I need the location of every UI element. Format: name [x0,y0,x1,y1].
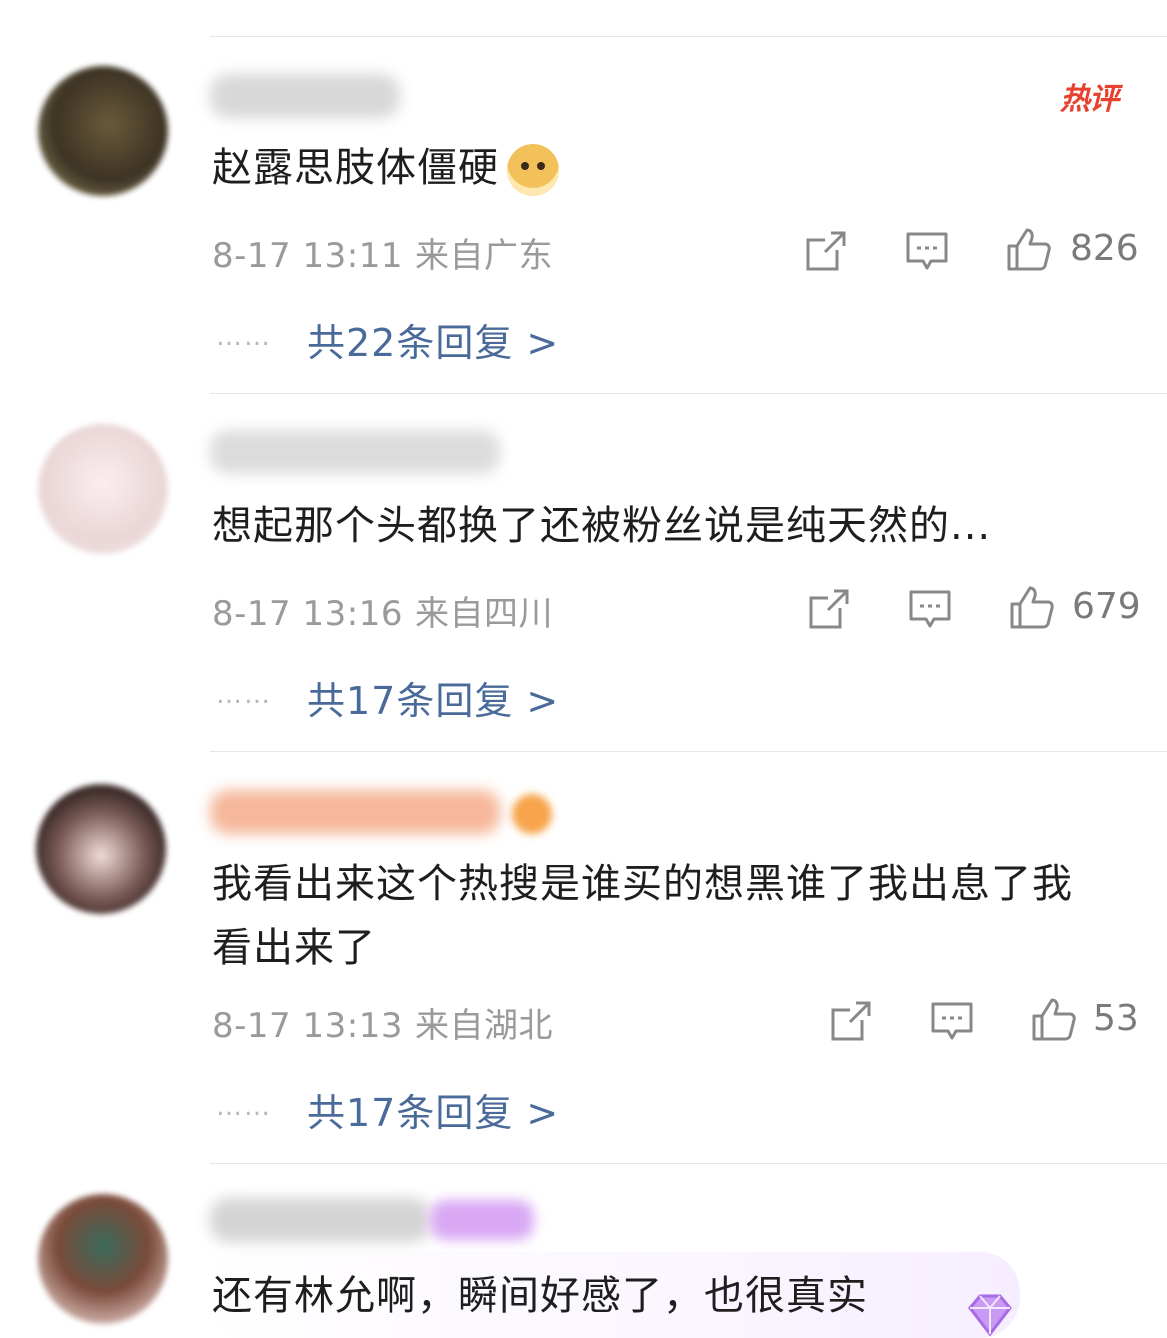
share-icon[interactable] [806,586,852,632]
thumbs-up-icon[interactable] [1005,226,1051,272]
comment-text: 赵露思肢体僵硬 [212,136,1112,200]
location: 来自湖北 [414,1006,553,1046]
timestamp: 8-17 13:16 [212,594,403,634]
avatar[interactable] [38,424,168,554]
replies-dots: …… [216,680,272,710]
avatar[interactable] [38,66,168,196]
view-replies-link[interactable]: 共22条回复 > [307,312,559,367]
avatar[interactable] [36,784,166,914]
avatar[interactable] [38,1194,168,1324]
comment-meta: 8-17 13:11 来自广东 [212,228,553,277]
comment-body: 想起那个头都换了还被粉丝说是纯天然的... [212,503,992,549]
username[interactable] [210,74,400,118]
timestamp: 8-17 13:13 [212,1006,403,1046]
like-count: 679 [1072,586,1141,627]
comment-body: 赵露思肢体僵硬 [212,145,499,191]
member-badge-icon [430,1200,534,1240]
username[interactable] [210,430,500,474]
comment-icon[interactable] [907,586,953,632]
username[interactable] [210,1198,430,1242]
member-badge-icon [512,794,552,834]
like-count: 53 [1093,998,1139,1039]
like-count: 826 [1070,228,1139,269]
gem-badge-icon [968,1294,1012,1337]
doge-emoji-icon [507,144,559,196]
divider [210,1163,1167,1164]
replies-dots: …… [216,1092,272,1122]
timestamp: 8-17 13:11 [212,236,403,276]
comment-text: 我看出来这个热搜是谁买的想黑谁了我出息了我看出来了 [212,852,1112,980]
comment-icon[interactable] [904,228,950,274]
thumbs-up-icon[interactable] [1030,996,1076,1042]
divider [210,751,1167,752]
comment-meta: 8-17 13:16 来自四川 [212,586,553,635]
comment-icon[interactable] [929,998,975,1044]
view-replies-link[interactable]: 共17条回复 > [307,1082,559,1137]
username[interactable] [210,790,500,834]
comment-text: 想起那个头都换了还被粉丝说是纯天然的... [212,494,1112,558]
location: 来自广东 [414,236,553,276]
comment-body: 还有林允啊，瞬间好感了，也很真实 [212,1273,868,1319]
divider [210,36,1167,37]
view-replies-link[interactable]: 共17条回复 > [307,670,559,725]
share-icon[interactable] [828,998,874,1044]
thumbs-up-icon[interactable] [1008,584,1054,630]
comment-body: 我看出来这个热搜是谁买的想黑谁了我出息了我看出来了 [212,861,1073,971]
comment-meta: 8-17 13:13 来自湖北 [212,998,553,1047]
share-icon[interactable] [803,228,849,274]
location: 来自四川 [414,594,553,634]
replies-dots: …… [216,322,272,352]
divider [210,393,1167,394]
hot-comment-badge: 热评 [1060,82,1119,117]
